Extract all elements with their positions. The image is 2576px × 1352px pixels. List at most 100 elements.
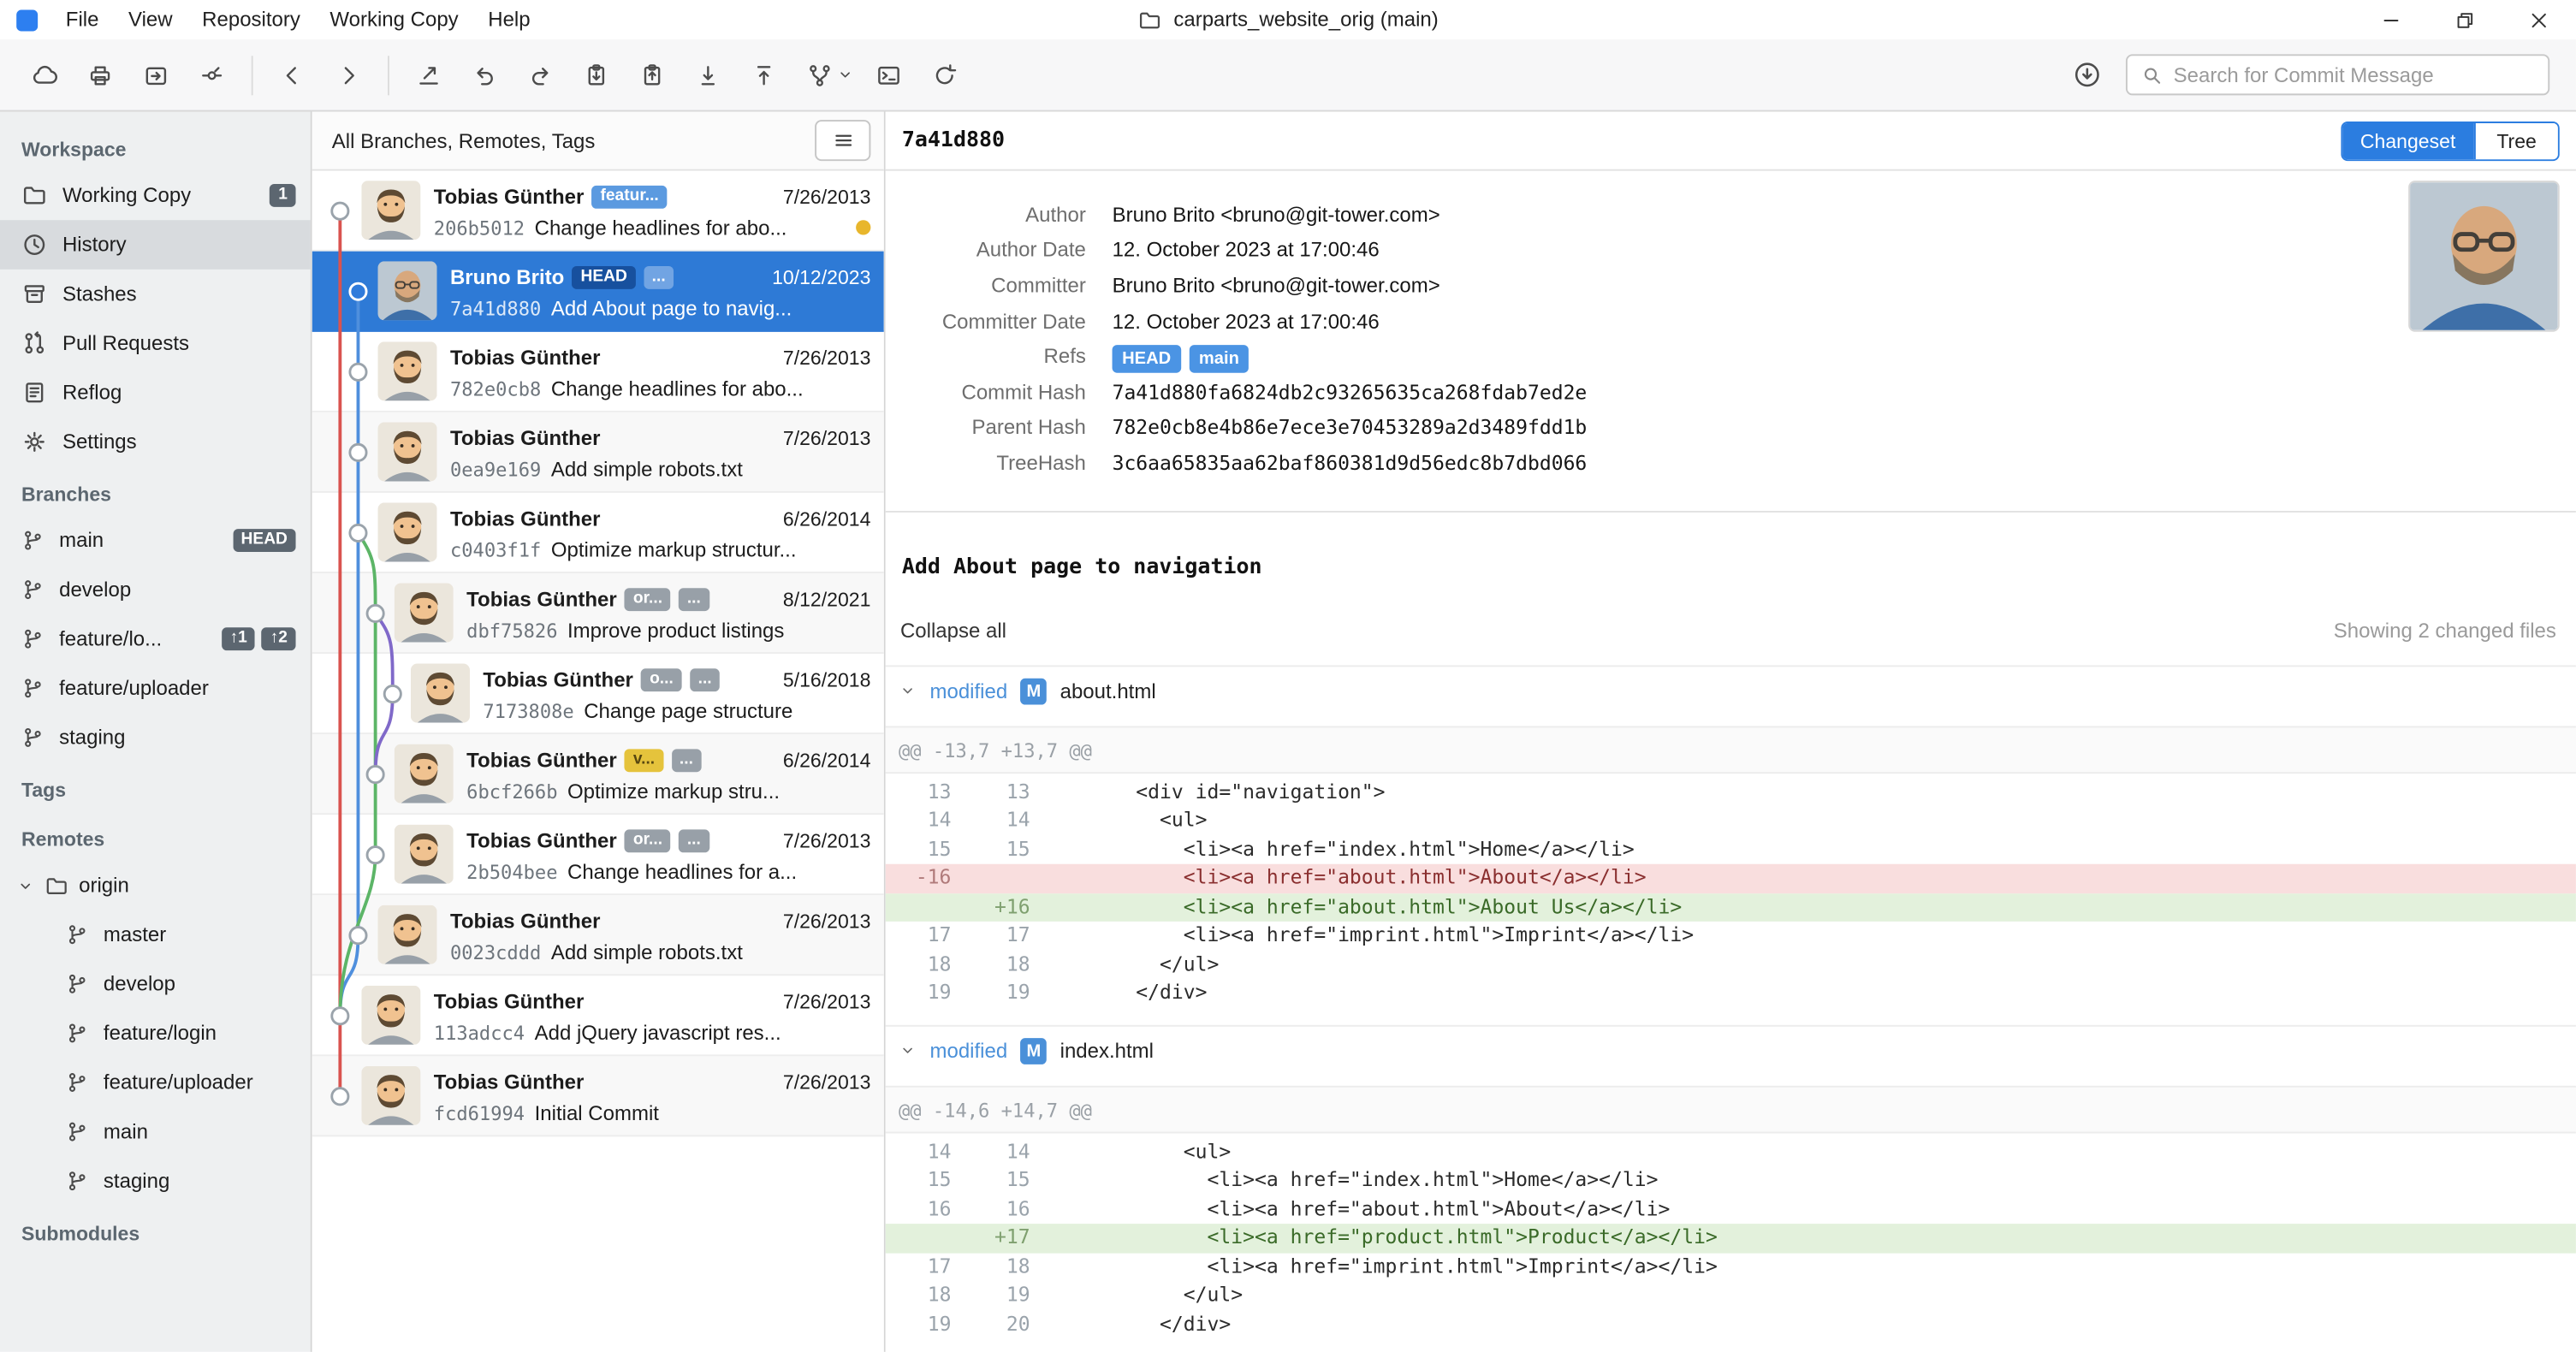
menu-working-copy[interactable]: Working Copy — [315, 9, 473, 32]
commit-hash: 7173808e — [483, 698, 574, 722]
printer-button[interactable] — [72, 53, 128, 96]
sidebar-item-working-copy[interactable]: Working Copy 1 — [0, 171, 311, 221]
avatar — [394, 583, 454, 643]
commit-row-7a41d880[interactable]: Bruno Brito HEAD... 10/12/2023 7a41d880 … — [312, 251, 884, 332]
code-text: <li><a href="product.html">Product</a></… — [1112, 1225, 1718, 1249]
code-text: </ul> — [1112, 1283, 1243, 1307]
maximize-button[interactable] — [2428, 0, 2502, 39]
sidebar-item-pull-requests[interactable]: Pull Requests — [0, 318, 311, 368]
checkout-button[interactable] — [401, 53, 456, 96]
sidebar-item-feature-uploader[interactable]: feature/uploader — [0, 1058, 311, 1107]
commit-row-fcd61994[interactable]: Tobias Günther 7/26/2013 fcd61994 Initia… — [312, 1056, 884, 1137]
sidebar-section-remotes: Remotes — [21, 827, 105, 851]
search-box[interactable] — [2125, 54, 2550, 96]
code-text: <li><a href="about.html">About Us</a></l… — [1112, 894, 1683, 918]
commit-row-782e0cb8[interactable]: Tobias Günther 7/26/2013 782e0cb8 Change… — [312, 332, 884, 412]
commit-row-113adcc4[interactable]: Tobias Günther 7/26/2013 113adcc4 Add jQ… — [312, 975, 884, 1057]
new-line-number: 16 — [1006, 1196, 1030, 1220]
fetch-download-icon[interactable] — [2074, 61, 2102, 89]
avatar — [377, 261, 437, 321]
chevron-down-icon[interactable] — [899, 1042, 917, 1060]
sidebar-item-feature-uploader[interactable]: feature/uploader — [0, 664, 311, 714]
push-button[interactable] — [736, 53, 792, 96]
menu-view[interactable]: View — [114, 9, 187, 32]
tree-hash-value: 3c6aa65835aa62baf860381d9d56edc8b7dbd066 — [1112, 451, 1588, 475]
files-bar: Collapse all Showing 2 changed files — [886, 619, 2576, 665]
sidebar-item-stashes[interactable]: Stashes — [0, 270, 311, 319]
sidebar-item-master[interactable]: master — [0, 910, 311, 959]
menu-repository[interactable]: Repository — [187, 9, 315, 32]
refresh-button[interactable] — [917, 53, 972, 96]
menu-file[interactable]: File — [51, 9, 114, 32]
sidebar-item-label: feature/uploader — [59, 676, 209, 700]
commit-row-7173808e[interactable]: Tobias Günther o...... 5/16/2018 7173808… — [312, 654, 884, 735]
minimize-button[interactable] — [2354, 0, 2428, 39]
commit-row-dbf75826[interactable]: Tobias Günther or...... 8/12/2021 dbf758… — [312, 572, 884, 655]
sidebar-item-main[interactable]: main HEAD — [0, 516, 311, 566]
chevron-down-icon[interactable] — [16, 876, 34, 894]
sidebar-item-staging[interactable]: staging — [0, 1156, 311, 1206]
close-button[interactable] — [2502, 0, 2576, 39]
commit-list-header: All Branches, Remotes, Tags — [312, 111, 884, 171]
commit-message: Optimize markup structur... — [550, 537, 797, 561]
list-options-button[interactable] — [815, 120, 871, 162]
chevron-down-icon[interactable] — [836, 66, 854, 84]
commit-hash: 6bcf266b — [466, 779, 558, 803]
search-input[interactable] — [2173, 62, 2535, 86]
stash-apply-button[interactable] — [624, 53, 680, 96]
commit-hash-value: 7a41d880fa6824db2c93265635ca268fdab7ed2e — [1112, 380, 1588, 404]
sidebar-item-develop[interactable]: develop — [0, 565, 311, 614]
window-title-text: carparts_website_orig (main) — [1173, 8, 1439, 32]
chevron-down-icon[interactable] — [899, 682, 917, 700]
hunk-header: @@ -13,7 +13,7 @@ — [885, 725, 2576, 774]
commit-message: Add jQuery javascript res... — [534, 1021, 781, 1044]
diff-line: 15 15 <li><a href="index.html">Home</a></… — [886, 836, 2576, 865]
sidebar-item-origin[interactable]: origin — [0, 861, 311, 910]
tab-changeset[interactable]: Changeset — [2342, 122, 2474, 159]
ref-badge-main[interactable]: main — [1189, 344, 1249, 373]
diff-line: 18 19 </ul> — [886, 1282, 2576, 1311]
stash-save-button[interactable] — [568, 53, 624, 96]
file-header[interactable]: modified M index.html — [886, 1026, 2576, 1076]
back-button[interactable] — [264, 53, 320, 96]
commit-hash: c0403f1f — [449, 537, 542, 561]
commit-row-0023cddd[interactable]: Tobias Günther 7/26/2013 0023cddd Add si… — [312, 895, 884, 976]
commit-graph-button[interactable] — [184, 53, 240, 96]
ref-badge: featur... — [591, 184, 668, 208]
gear-icon — [21, 429, 48, 455]
tab-tree[interactable]: Tree — [2473, 122, 2558, 159]
commit-row-c0403f1f[interactable]: Tobias Günther 6/26/2014 c0403f1f Optimi… — [312, 493, 884, 573]
terminal-button[interactable] — [861, 53, 917, 96]
sidebar-item-reflog[interactable]: Reflog — [0, 368, 311, 418]
diff-line: 14 14 <ul> — [886, 807, 2576, 836]
sidebar-item-label: origin — [79, 874, 129, 898]
diff-files: modified M about.html @@ -13,7 +13,7 @@ … — [885, 664, 2576, 1352]
commit-row-0ea9e169[interactable]: Tobias Günther 7/26/2013 0ea9e169 Add si… — [312, 412, 884, 493]
commit-author: Tobias Günther — [433, 989, 585, 1013]
cloud-button[interactable] — [16, 53, 72, 96]
commit-row-6bcf266b[interactable]: Tobias Günther v...... 6/26/2014 6bcf266… — [312, 734, 884, 815]
new-line-number — [951, 864, 1030, 893]
file-header[interactable]: modified M about.html — [886, 667, 2576, 716]
avatar — [394, 744, 454, 803]
sidebar-item-settings[interactable]: Settings — [0, 418, 311, 467]
forward-button[interactable] — [320, 53, 376, 96]
collapse-all-link[interactable]: Collapse all — [900, 619, 1006, 642]
sidebar-item-main[interactable]: main — [0, 1107, 311, 1157]
sidebar-item-staging[interactable]: staging — [0, 713, 311, 762]
open-external-button[interactable] — [128, 53, 184, 96]
undo-button[interactable] — [457, 53, 513, 96]
sidebar-item-history[interactable]: History — [0, 220, 311, 270]
sidebar-item-feature-login[interactable]: feature/login — [0, 1009, 311, 1058]
old-line-number: 19 — [927, 1312, 952, 1336]
redo-button[interactable] — [513, 53, 568, 96]
changed-files-count: Showing 2 changed files — [2333, 619, 2556, 643]
sidebar-item-develop[interactable]: develop — [0, 959, 311, 1009]
ref-badge-head[interactable]: HEAD — [1112, 344, 1181, 373]
menu-help[interactable]: Help — [473, 9, 545, 32]
pull-button[interactable] — [680, 53, 736, 96]
commit-hash: 0ea9e169 — [449, 457, 542, 481]
commit-row-2b504bee[interactable]: Tobias Günther or...... 7/26/2013 2b504b… — [312, 815, 884, 896]
sidebar-item-feature-lo[interactable]: feature/lo... ↑1 ↑2 — [0, 614, 311, 664]
commit-row-206b5012[interactable]: Tobias Günther featur... 7/26/2013 206b5… — [312, 171, 884, 252]
